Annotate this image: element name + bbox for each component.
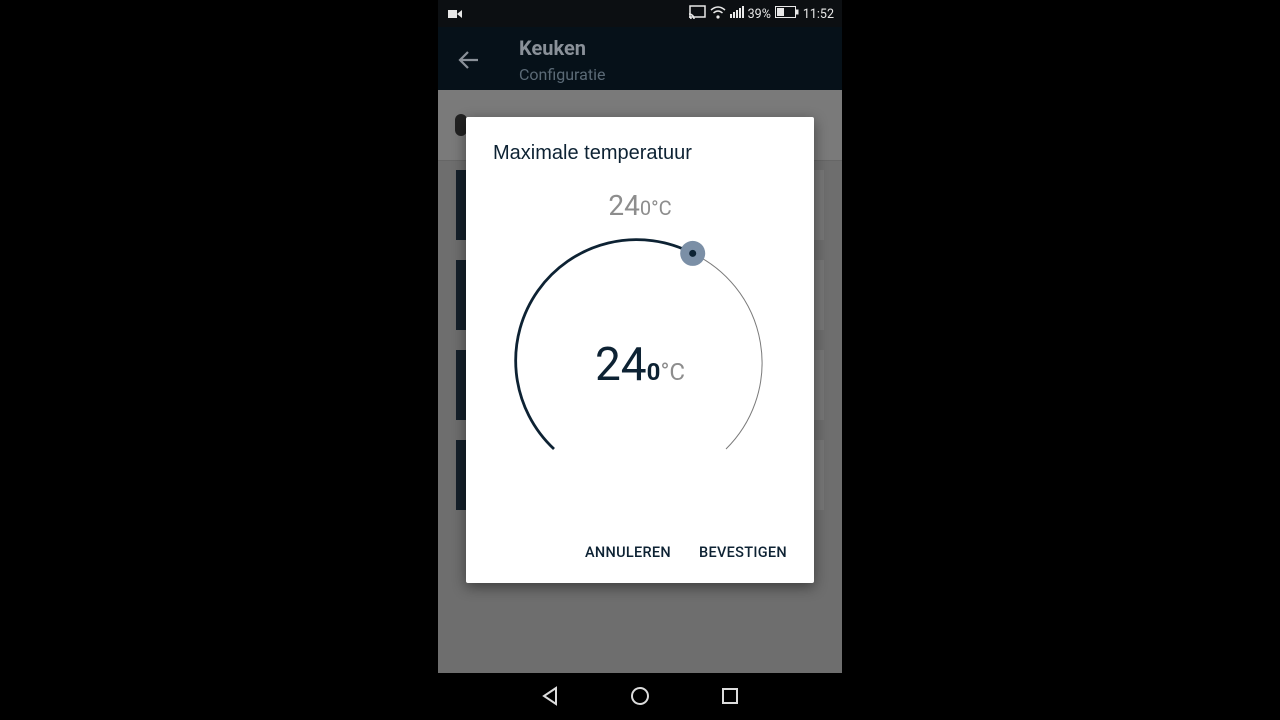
page-subtitle: Configuratie <box>519 65 606 84</box>
app-bar: Keuken Configuratie <box>438 27 842 90</box>
temperature-dialog: Maximale temperatuur 240°C 240°C ANNULER… <box>466 117 814 583</box>
cancel-button[interactable]: ANNULEREN <box>585 544 671 561</box>
clock: 11:52 <box>802 6 834 22</box>
navigation-bar <box>438 673 842 720</box>
wifi-icon <box>710 5 726 24</box>
temperature-value: 240°C <box>466 338 814 392</box>
value-decimal: 0 <box>646 358 661 386</box>
status-bar: 39% 11:52 <box>438 0 842 27</box>
battery-icon <box>774 6 799 23</box>
battery-percent: 39% <box>747 6 771 22</box>
value-unit: °C <box>660 358 686 386</box>
video-camera-icon <box>448 8 462 23</box>
recents-square-icon[interactable] <box>719 685 741 707</box>
back-triangle-icon[interactable] <box>539 685 561 707</box>
arrow-back-icon[interactable] <box>456 47 482 73</box>
confirm-button[interactable]: BEVESTIGEN <box>699 544 787 561</box>
page-title: Keuken <box>519 36 586 60</box>
dialog-actions: ANNULEREN BEVESTIGEN <box>585 544 787 561</box>
value-integer: 24 <box>594 338 647 392</box>
cast-icon <box>688 5 706 24</box>
home-circle-icon[interactable] <box>629 685 651 707</box>
dial-knob-center <box>689 249 697 257</box>
signal-icon <box>729 6 744 23</box>
